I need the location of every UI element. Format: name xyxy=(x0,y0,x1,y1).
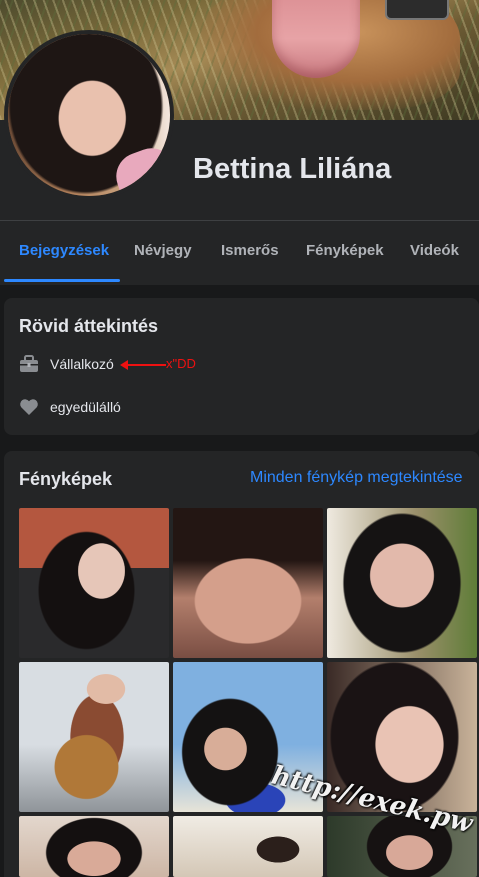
tab-about[interactable]: Névjegy xyxy=(134,221,192,281)
intro-relationship-row[interactable]: egyedülálló xyxy=(18,396,121,418)
annotation-text: x"DD xyxy=(166,356,196,371)
photo-thumbnail[interactable] xyxy=(173,508,323,658)
photo-thumbnail[interactable] xyxy=(19,816,169,877)
tab-videos[interactable]: Videók xyxy=(410,221,459,281)
active-tab-indicator xyxy=(4,279,120,282)
cover-dog-collar xyxy=(385,0,449,20)
intro-work-text: Vállalkozó xyxy=(50,356,114,372)
briefcase-icon xyxy=(18,353,40,375)
tab-friends[interactable]: Ismerős xyxy=(221,221,279,281)
photo-thumbnail[interactable] xyxy=(19,508,169,658)
photo-thumbnail[interactable] xyxy=(327,508,477,658)
photos-title: Fényképek xyxy=(19,469,113,489)
intro-work-row[interactable]: Vállalkozó xyxy=(18,353,114,375)
intro-card: Rövid áttekintés Vállalkozó x"DD egyedül… xyxy=(4,298,479,435)
profile-avatar[interactable] xyxy=(4,30,174,200)
tab-photos[interactable]: Fényképek xyxy=(306,221,384,281)
red-arrow-annotation xyxy=(120,360,166,370)
intro-relationship-text: egyedülálló xyxy=(50,399,121,415)
heart-icon xyxy=(18,396,40,418)
tab-posts[interactable]: Bejegyzések xyxy=(19,221,109,281)
profile-tabs: Bejegyzések Névjegy Ismerős Fényképek Vi… xyxy=(0,221,479,285)
photo-thumbnail[interactable] xyxy=(19,662,169,812)
intro-title: Rövid áttekintés xyxy=(19,316,159,336)
see-all-photos-link[interactable]: Minden fénykép megtekintése xyxy=(250,469,463,487)
profile-name: Bettina Liliána xyxy=(193,153,392,185)
photo-thumbnail[interactable] xyxy=(173,816,323,877)
